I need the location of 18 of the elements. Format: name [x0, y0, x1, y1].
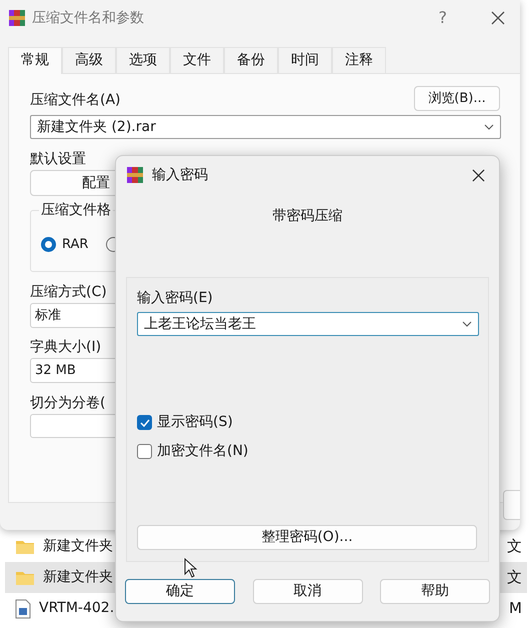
dialog-heading: 带密码压缩	[272, 208, 342, 224]
field-label: 压缩方式(C)	[30, 283, 107, 302]
file-name: 新建文件夹	[43, 537, 113, 556]
window-title: 压缩文件名和参数	[32, 8, 144, 28]
file-type: 文	[507, 536, 522, 558]
field-label: 输入密码(E)	[137, 289, 213, 308]
file-type: M	[509, 598, 522, 620]
file-name: VRTM-402.	[39, 599, 114, 618]
field-label: 字典大小(I)	[30, 338, 102, 357]
option-label: 加密文件名(N)	[157, 442, 248, 461]
option-label: 显示密码(S)	[157, 413, 233, 432]
field-label: 压缩文件名(A)	[30, 91, 121, 110]
window-title: 输入密码	[152, 166, 208, 184]
file-type: 文	[507, 567, 522, 588]
field-label: 默认设置	[30, 150, 86, 169]
field-label: 切分为分卷(	[30, 394, 106, 413]
option-label: RAR	[62, 236, 88, 254]
file-name: 新建文件夹	[43, 568, 113, 587]
